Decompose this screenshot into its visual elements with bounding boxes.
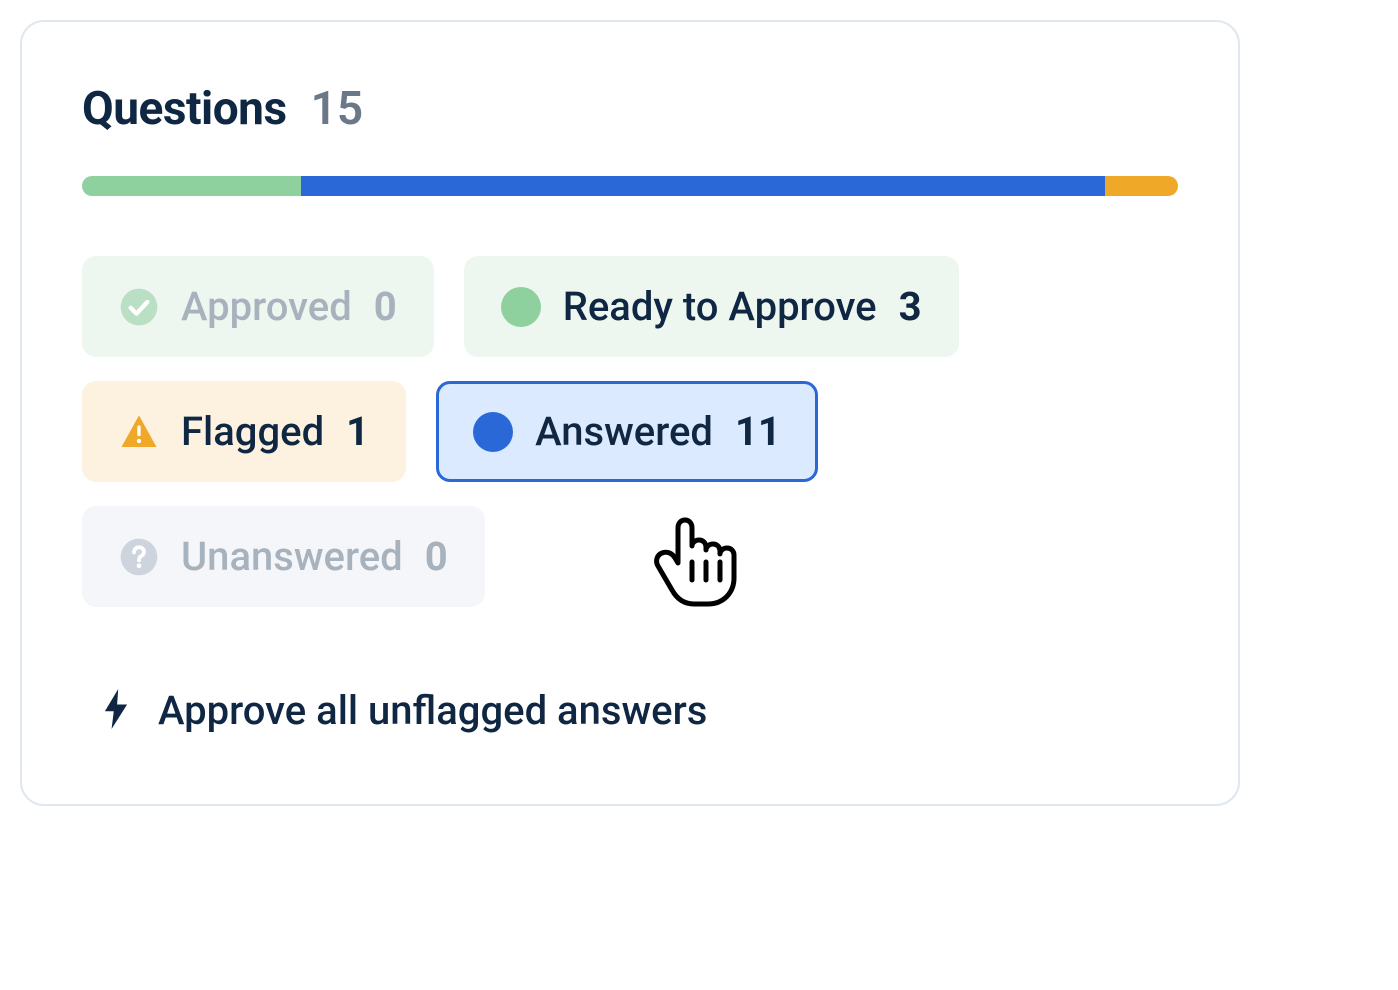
panel-header: Questions 15 bbox=[82, 82, 1178, 136]
chip-ready-to-approve[interactable]: Ready to Approve 3 bbox=[464, 256, 959, 357]
status-chips: Approved 0 Ready to Approve 3 Flagged 1 bbox=[82, 256, 1178, 607]
question-circle-icon bbox=[119, 537, 159, 577]
chip-label: Unanswered bbox=[181, 533, 403, 580]
chip-count: 0 bbox=[425, 533, 448, 580]
panel-total-count: 15 bbox=[311, 82, 364, 136]
warning-triangle-icon bbox=[119, 412, 159, 452]
chip-count: 0 bbox=[374, 283, 397, 330]
questions-panel: Questions 15 Approved 0 Ready to Approve… bbox=[20, 20, 1240, 806]
chip-count: 3 bbox=[899, 283, 922, 330]
progress-bar bbox=[82, 176, 1178, 196]
bolt-icon bbox=[102, 689, 130, 733]
progress-segment-answered bbox=[301, 176, 1104, 196]
action-label: Approve all unflagged answers bbox=[158, 687, 707, 734]
chip-count: 1 bbox=[346, 408, 369, 455]
chip-label: Ready to Approve bbox=[563, 283, 877, 330]
chip-label: Approved bbox=[181, 283, 352, 330]
chip-flagged[interactable]: Flagged 1 bbox=[82, 381, 406, 482]
chip-label: Flagged bbox=[181, 408, 324, 455]
approve-all-action[interactable]: Approve all unflagged answers bbox=[82, 687, 1178, 734]
chip-label: Answered bbox=[535, 408, 713, 455]
chip-count: 11 bbox=[735, 408, 781, 455]
check-circle-icon bbox=[119, 287, 159, 327]
chip-unanswered[interactable]: Unanswered 0 bbox=[82, 506, 485, 607]
dot-icon bbox=[473, 412, 513, 452]
chip-answered[interactable]: Answered 11 bbox=[436, 381, 818, 482]
dot-icon bbox=[501, 287, 541, 327]
panel-title: Questions bbox=[82, 82, 287, 136]
progress-segment-ready bbox=[82, 176, 301, 196]
progress-segment-flagged bbox=[1105, 176, 1178, 196]
chip-approved[interactable]: Approved 0 bbox=[82, 256, 434, 357]
